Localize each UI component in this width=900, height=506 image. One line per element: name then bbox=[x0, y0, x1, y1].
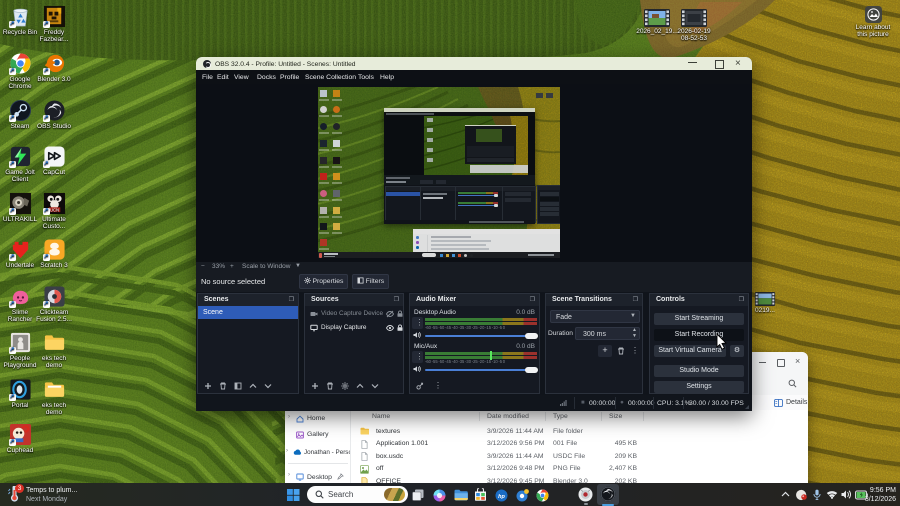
svg-text:hp: hp bbox=[498, 493, 505, 499]
svg-text:UCN: UCN bbox=[49, 208, 58, 213]
